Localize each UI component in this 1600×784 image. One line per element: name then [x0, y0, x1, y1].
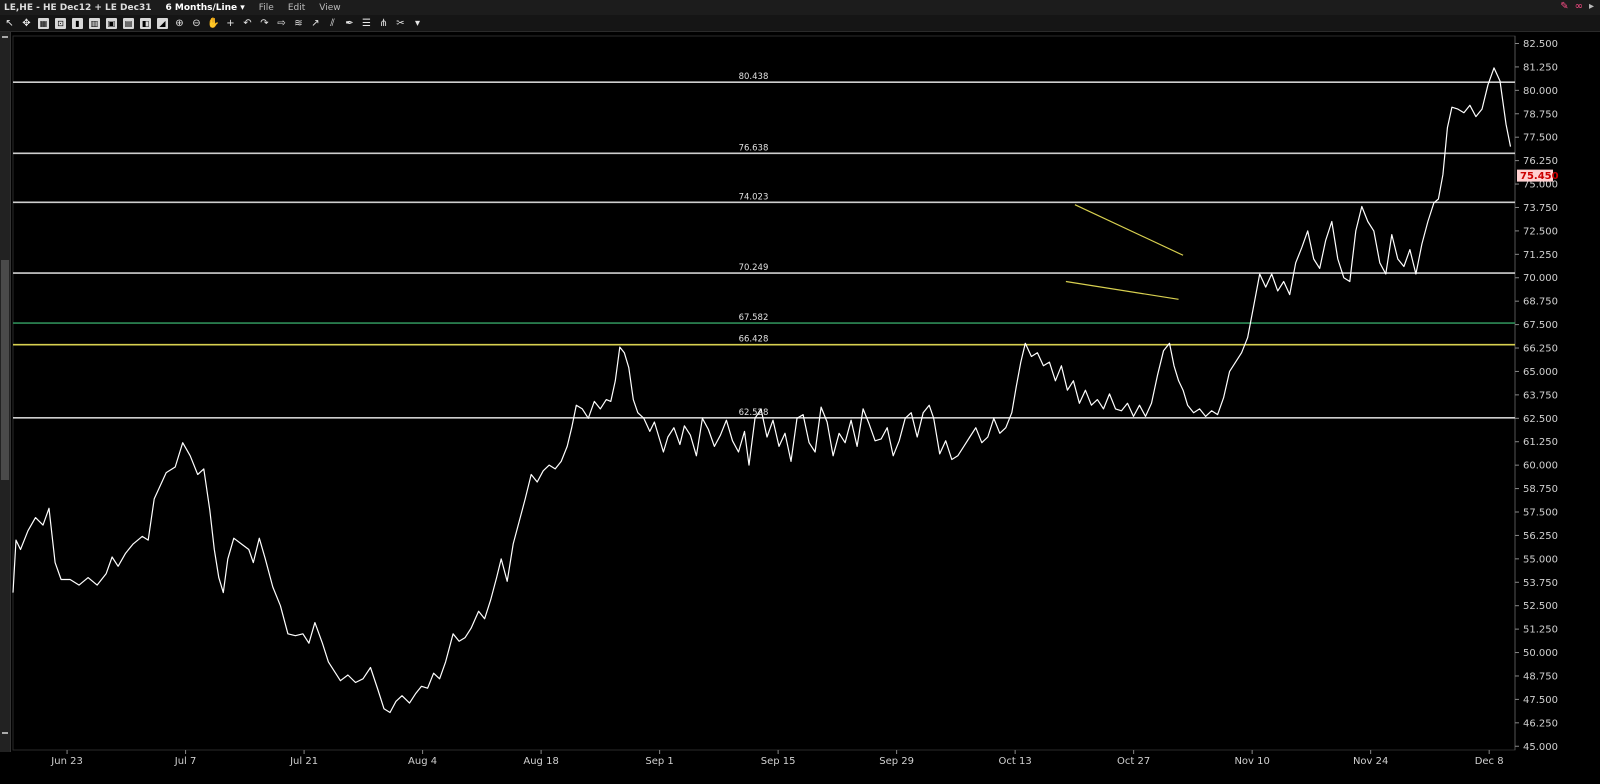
x-tick-label: Oct 13 [999, 756, 1032, 767]
y-tick-label: 55.000 [1523, 554, 1558, 565]
x-tick-label: Jul 7 [174, 756, 197, 767]
fibonacci-icon[interactable]: ≋ [293, 18, 304, 29]
pen-icon[interactable]: ✒ [344, 18, 355, 29]
level-label: 70.249 [739, 263, 769, 273]
y-tick-label: 57.500 [1523, 508, 1558, 519]
level-label: 74.023 [739, 192, 769, 202]
pin-icon[interactable]: ✎ [1560, 1, 1568, 12]
x-tick-label: Nov 24 [1353, 756, 1388, 767]
pitchfork-icon[interactable]: ⋔ [378, 18, 389, 29]
zoom-box-icon[interactable]: ⊡ [55, 17, 66, 29]
y-tick-label: 80.000 [1523, 86, 1558, 97]
cross-icon[interactable]: + [225, 18, 236, 29]
y-tick-label: 63.750 [1523, 390, 1558, 401]
x-tick-label: Sep 15 [761, 756, 796, 767]
y-tick-label: 47.500 [1523, 695, 1558, 706]
window-title: LE,HE - HE Dec12 + LE Dec31 [4, 2, 152, 13]
level-label: 80.438 [739, 72, 769, 82]
y-tick-label: 56.250 [1523, 531, 1558, 542]
indicator-icon[interactable]: ◧ [140, 17, 151, 29]
draw-icon[interactable]: ◢ [157, 17, 168, 29]
redo-icon[interactable]: ↷ [259, 18, 270, 29]
layout-icon[interactable]: ▤ [123, 17, 134, 29]
scroll-down-icon[interactable] [2, 732, 8, 734]
y-tick-label: 66.250 [1523, 344, 1558, 355]
bar-chart-icon[interactable]: ▮ [72, 17, 83, 29]
next-icon[interactable]: ⇨ [276, 18, 287, 29]
x-tick-label: Jun 23 [50, 756, 83, 767]
y-tick-label: 52.500 [1523, 601, 1558, 612]
channel-icon[interactable]: ⫽ [327, 18, 338, 29]
menu-view[interactable]: View [319, 3, 340, 13]
y-tick-label: 46.250 [1523, 718, 1558, 729]
y-tick-label: 53.750 [1523, 578, 1558, 589]
y-tick-label: 72.500 [1523, 226, 1558, 237]
y-tick-label: 50.000 [1523, 648, 1558, 659]
y-tick-label: 67.500 [1523, 320, 1558, 331]
x-tick-label: Aug 18 [523, 756, 558, 767]
y-tick-label: 51.250 [1523, 625, 1558, 636]
image-icon[interactable]: ▣ [106, 17, 117, 29]
y-tick-label: 48.750 [1523, 671, 1558, 682]
dropdown-icon[interactable]: ▾ [412, 18, 423, 29]
hand-icon[interactable]: ✋ [207, 18, 219, 29]
y-tick-label: 62.500 [1523, 414, 1558, 425]
y-tick-label: 68.750 [1523, 297, 1558, 308]
grid-icon[interactable]: ▦ [38, 17, 49, 29]
price-chart[interactable]: 82.50081.25080.00078.75077.50076.25075.0… [10, 32, 1600, 772]
scroll-up-icon[interactable] [2, 36, 8, 38]
level-label: 62.528 [739, 408, 769, 418]
options-icon[interactable]: ▸ [1589, 1, 1594, 12]
y-tick-label: 70.000 [1523, 273, 1558, 284]
y-tick-label: 76.250 [1523, 156, 1558, 167]
last-price-label: 75.450 [1520, 171, 1559, 182]
y-tick-label: 65.000 [1523, 367, 1558, 378]
x-tick-label: Oct 27 [1117, 756, 1150, 767]
scrollbar-thumb[interactable] [1, 260, 9, 480]
lines-icon[interactable]: ☰ [361, 18, 372, 29]
x-tick-label: Nov 10 [1234, 756, 1269, 767]
arrow-icon[interactable]: ↖ [4, 18, 15, 29]
menu-edit[interactable]: Edit [288, 3, 305, 13]
zoom-out-icon[interactable]: ⊖ [191, 18, 202, 29]
y-tick-label: 45.000 [1523, 742, 1558, 753]
crosshair-icon[interactable]: ✥ [21, 18, 32, 29]
y-tick-label: 81.250 [1523, 62, 1558, 73]
y-tick-label: 61.250 [1523, 437, 1558, 448]
y-tick-label: 58.750 [1523, 484, 1558, 495]
link-icon[interactable]: ∞ [1575, 1, 1583, 12]
level-label: 66.428 [739, 335, 769, 345]
undo-icon[interactable]: ↶ [242, 18, 253, 29]
x-tick-label: Sep 1 [645, 756, 673, 767]
y-tick-label: 77.500 [1523, 133, 1558, 144]
y-tick-label: 60.000 [1523, 461, 1558, 472]
trend-icon[interactable]: ↗ [310, 18, 321, 29]
level-label: 67.582 [739, 313, 769, 323]
chart-toolbar: ↖ ✥ ▦ ⊡ ▮ ▥ ▣ ▤ ◧ ◢ ⊕ ⊖ ✋ + ↶ ↷ ⇨ ≋ ↗ ⫽ ✒ ☰ ⋔ ✂ ▾ [0, 15, 1600, 32]
period-dropdown[interactable]: 6 Months/Line ▾ [166, 3, 245, 13]
menu-file[interactable]: File [259, 3, 274, 13]
tool-icon[interactable]: ✂ [395, 18, 406, 29]
y-tick-label: 78.750 [1523, 109, 1558, 120]
zoom-in-icon[interactable]: ⊕ [174, 18, 185, 29]
x-tick-label: Jul 21 [289, 756, 318, 767]
x-tick-label: Sep 29 [879, 756, 914, 767]
x-tick-label: Aug 4 [408, 756, 437, 767]
y-tick-label: 82.500 [1523, 39, 1558, 50]
candlestick-icon[interactable]: ▥ [89, 17, 100, 29]
level-label: 76.638 [739, 143, 769, 153]
title-bar: LE,HE - HE Dec12 + LE Dec31 6 Months/Lin… [0, 0, 1600, 16]
y-tick-label: 73.750 [1523, 203, 1558, 214]
x-tick-label: Dec 8 [1475, 756, 1504, 767]
y-tick-label: 71.250 [1523, 250, 1558, 261]
